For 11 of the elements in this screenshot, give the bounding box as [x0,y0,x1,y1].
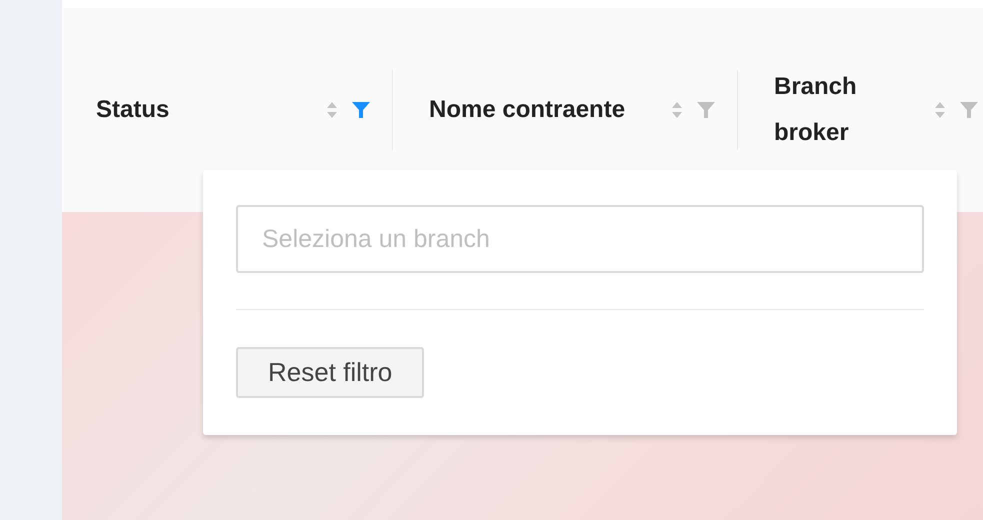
filter-icon[interactable] [960,102,978,118]
search-field[interactable]: Seleziona un branch [236,205,924,273]
filter-icon[interactable] [697,102,715,118]
filter-icon[interactable] [352,102,370,118]
column-header: Status [96,95,170,125]
sort-icon[interactable] [671,100,683,120]
column-header: Branch broker [774,72,858,148]
reset-filter-button[interactable]: Reset filtro [236,347,424,398]
sort-icon[interactable] [326,100,338,120]
sort-icon[interactable] [934,100,946,120]
column-header: Nome contraente [429,95,626,125]
